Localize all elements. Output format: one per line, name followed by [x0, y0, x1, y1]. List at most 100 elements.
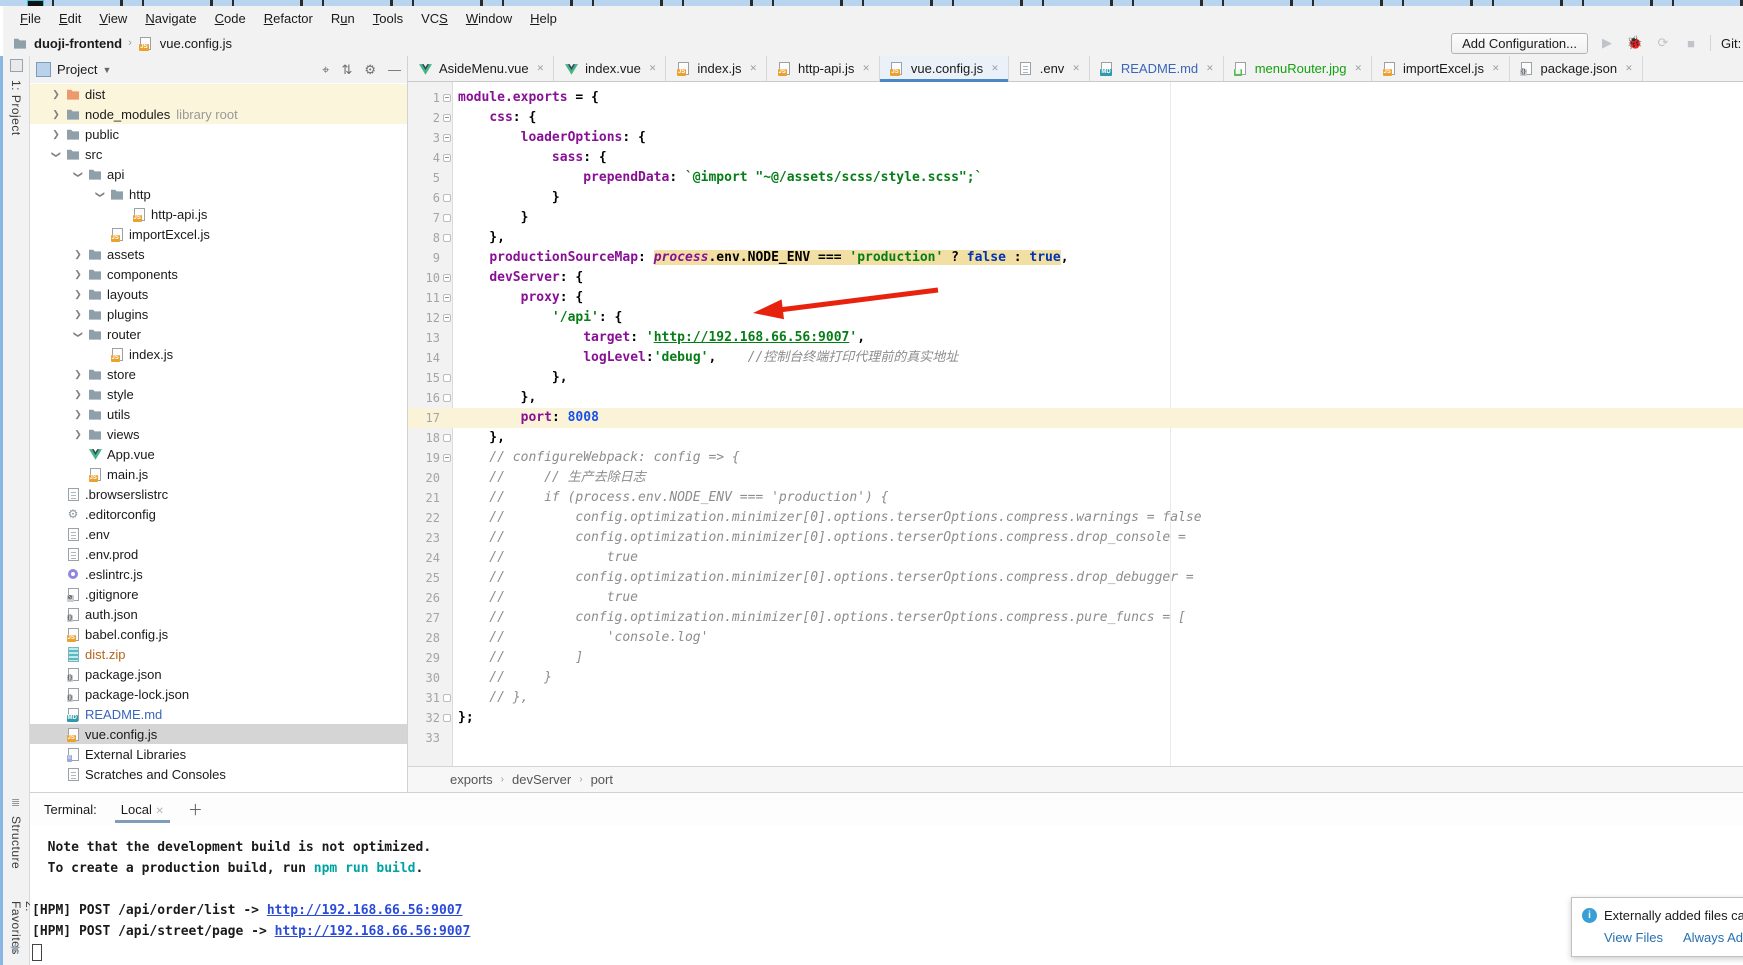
gear-icon[interactable]: ⚙ — [364, 62, 376, 78]
tree-item-babel-config-js[interactable]: JSbabel.config.js — [30, 624, 407, 644]
terminal-output[interactable]: Note that the development build is not o… — [30, 825, 1743, 963]
fold-marker[interactable] — [443, 434, 451, 442]
tree-item-http-api-js[interactable]: JShttp-api.js — [30, 204, 407, 224]
fold-marker[interactable] — [443, 294, 451, 302]
close-icon[interactable]: ✕ — [862, 63, 870, 74]
tree-item-node-modules[interactable]: ❯node_moduleslibrary root — [30, 104, 407, 124]
code-line-27[interactable]: 27 // config.optimization.minimizer[0].o… — [408, 608, 1743, 628]
menu-file[interactable]: File — [11, 8, 50, 29]
tree-item-scratches-and-consoles[interactable]: Scratches and Consoles — [30, 764, 407, 784]
fold-marker[interactable] — [443, 194, 451, 202]
code-line-8[interactable]: 8 }, — [408, 228, 1743, 248]
locate-file-icon[interactable]: ⌖ — [322, 62, 329, 78]
code-line-9[interactable]: 9 productionSourceMap: process.env.NODE_… — [408, 248, 1743, 268]
menu-run[interactable]: Run — [322, 8, 364, 29]
fold-marker[interactable] — [443, 694, 451, 702]
tool-window-icon[interactable] — [10, 59, 23, 72]
code-line-3[interactable]: 3 loaderOptions: { — [408, 128, 1743, 148]
menu-edit[interactable]: Edit — [50, 8, 90, 29]
fold-marker[interactable] — [443, 714, 451, 722]
project-panel-title[interactable]: Project — [57, 62, 97, 77]
tree-item-package-lock-json[interactable]: {}package-lock.json — [30, 684, 407, 704]
tab-index-vue[interactable]: index.vue✕ — [554, 56, 666, 81]
code-line-1[interactable]: 1module.exports = { — [408, 88, 1743, 108]
menu-view[interactable]: View — [90, 8, 136, 29]
tree-item--env-prod[interactable]: .env.prod — [30, 544, 407, 564]
notification-action-view-files[interactable]: View Files — [1604, 930, 1663, 945]
tab-index-js[interactable]: JSindex.js✕ — [666, 56, 767, 81]
close-icon[interactable]: ✕ — [649, 63, 657, 74]
debug-icon[interactable]: 🐞 — [1626, 35, 1644, 51]
fold-marker[interactable] — [443, 214, 451, 222]
tree-item-app-vue[interactable]: App.vue — [30, 444, 407, 464]
tree-item-http[interactable]: ❯http — [30, 184, 407, 204]
tree-item-components[interactable]: ❯components — [30, 264, 407, 284]
run-icon[interactable]: ▶ — [1598, 35, 1616, 51]
tree-item-src[interactable]: ❯src — [30, 144, 407, 164]
tree-item-readme-md[interactable]: MDREADME.md — [30, 704, 407, 724]
chevron-down-icon[interactable]: ❯ — [73, 325, 84, 343]
chevron-right-icon[interactable]: ❯ — [69, 389, 87, 400]
chevron-right-icon[interactable]: ❯ — [69, 409, 87, 420]
tree-item-plugins[interactable]: ❯plugins — [30, 304, 407, 324]
tree-item-external-libraries[interactable]: ≡External Libraries — [30, 744, 407, 764]
tree-item--env[interactable]: .env — [30, 524, 407, 544]
fold-marker[interactable] — [443, 274, 451, 282]
tree-item--editorconfig[interactable]: ⚙.editorconfig — [30, 504, 407, 524]
code-line-20[interactable]: 20 // // 生产去除日志 — [408, 468, 1743, 488]
tab-menurouter-jpg[interactable]: ▦menuRouter.jpg✕ — [1224, 56, 1372, 81]
tree-item-vue-config-js[interactable]: JSvue.config.js — [30, 724, 407, 744]
chevron-right-icon[interactable]: ❯ — [69, 429, 87, 440]
tab-http-api-js[interactable]: JShttp-api.js✕ — [767, 56, 880, 81]
git-label[interactable]: Git: — [1721, 36, 1743, 51]
code-line-5[interactable]: 5 prependData: `@import "~@/assets/scss/… — [408, 168, 1743, 188]
code-line-23[interactable]: 23 // config.optimization.minimizer[0].o… — [408, 528, 1743, 548]
close-icon[interactable]: ✕ — [537, 63, 545, 74]
close-icon[interactable]: ✕ — [749, 63, 757, 74]
code-line-10[interactable]: 10 devServer: { — [408, 268, 1743, 288]
code-line-12[interactable]: 12 '/api': { — [408, 308, 1743, 328]
tree-item-importexcel-js[interactable]: JSimportExcel.js — [30, 224, 407, 244]
tree-item--gitignore[interactable]: ⊘.gitignore — [30, 584, 407, 604]
code-line-24[interactable]: 24 // true — [408, 548, 1743, 568]
fold-marker[interactable] — [443, 94, 451, 102]
chevron-right-icon[interactable]: ❯ — [47, 109, 65, 120]
fold-marker[interactable] — [443, 114, 451, 122]
fold-marker[interactable] — [443, 314, 451, 322]
code-line-4[interactable]: 4 sass: { — [408, 148, 1743, 168]
tree-item-index-js[interactable]: JSindex.js — [30, 344, 407, 364]
code-line-29[interactable]: 29 // ] — [408, 648, 1743, 668]
tab-asidemenu-vue[interactable]: AsideMenu.vue✕ — [408, 56, 554, 81]
tree-item-main-js[interactable]: JSmain.js — [30, 464, 407, 484]
close-icon[interactable]: ✕ — [1354, 63, 1362, 74]
close-icon[interactable]: ✕ — [991, 63, 999, 74]
tree-item-package-json[interactable]: {}package.json — [30, 664, 407, 684]
stripe-structure-tab[interactable]: Structure — [9, 816, 23, 869]
tree-item-store[interactable]: ❯store — [30, 364, 407, 384]
chevron-right-icon[interactable]: ❯ — [69, 269, 87, 280]
terminal-link[interactable]: http://192.168.66.56:9007 — [267, 903, 463, 918]
menu-tools[interactable]: Tools — [364, 8, 412, 29]
close-icon[interactable]: ✕ — [1492, 63, 1500, 74]
breadcrumb-file[interactable]: vue.config.js — [160, 36, 232, 51]
close-icon[interactable]: ✕ — [1072, 63, 1080, 74]
tab-package-json[interactable]: {}package.json✕ — [1510, 56, 1643, 81]
code-line-18[interactable]: 18 }, — [408, 428, 1743, 448]
menu-navigate[interactable]: Navigate — [136, 8, 205, 29]
code-line-32[interactable]: 32}; — [408, 708, 1743, 728]
tab-vue-config-js[interactable]: JSvue.config.js✕ — [880, 56, 1009, 81]
code-line-7[interactable]: 7 } — [408, 208, 1743, 228]
fold-marker[interactable] — [443, 454, 451, 462]
code-line-33[interactable]: 33 — [408, 728, 1743, 748]
fold-marker[interactable] — [443, 374, 451, 382]
tree-item-layouts[interactable]: ❯layouts — [30, 284, 407, 304]
tab--env[interactable]: .env✕ — [1009, 56, 1090, 81]
chevron-right-icon[interactable]: ❯ — [47, 129, 65, 140]
chevron-down-icon[interactable]: ❯ — [95, 185, 106, 203]
editor-breadcrumb-devserver[interactable]: devServer — [512, 772, 571, 787]
tree-item-api[interactable]: ❯api — [30, 164, 407, 184]
code-line-28[interactable]: 28 // 'console.log' — [408, 628, 1743, 648]
grid-icon[interactable]: ≣ — [11, 796, 20, 809]
chevron-down-icon[interactable]: ❯ — [73, 165, 84, 183]
tab-importexcel-js[interactable]: JSimportExcel.js✕ — [1372, 56, 1509, 81]
